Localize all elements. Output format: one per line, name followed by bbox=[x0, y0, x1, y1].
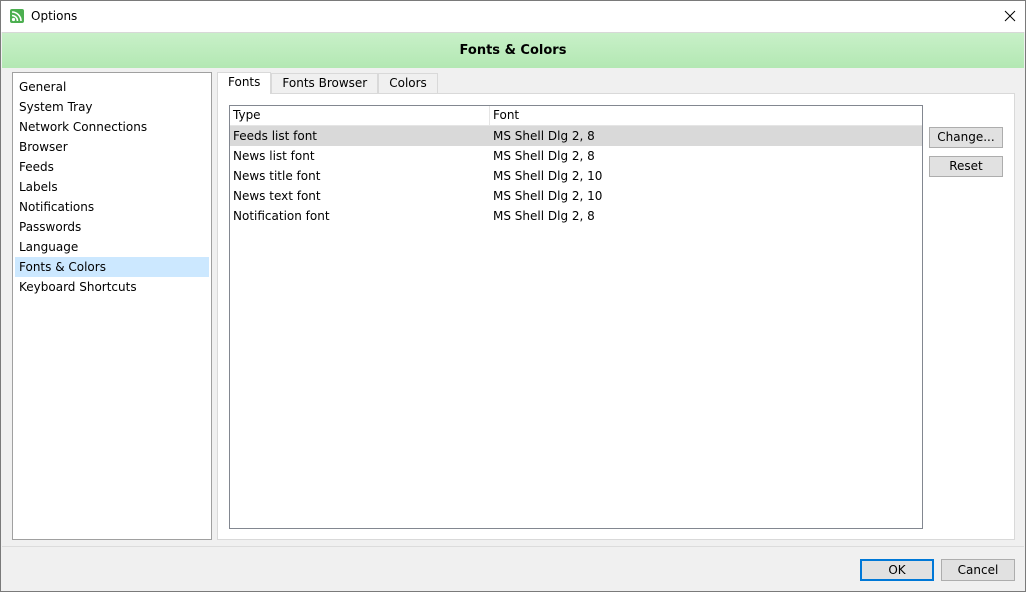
table-header: Type Font bbox=[230, 106, 922, 126]
sidebar-item-labels[interactable]: Labels bbox=[15, 177, 209, 197]
table-row[interactable]: News text font MS Shell Dlg 2, 10 bbox=[230, 186, 922, 206]
sidebar-item-language[interactable]: Language bbox=[15, 237, 209, 257]
table-row[interactable]: News list font MS Shell Dlg 2, 8 bbox=[230, 146, 922, 166]
title-bar: Options bbox=[1, 1, 1025, 32]
fonts-table: Type Font Feeds list font MS Shell Dlg 2… bbox=[229, 105, 923, 529]
column-header-type[interactable]: Type bbox=[230, 106, 490, 126]
cell-type: News list font bbox=[233, 149, 315, 163]
section-title: Fonts & Colors bbox=[459, 43, 567, 58]
cell-font: MS Shell Dlg 2, 8 bbox=[493, 209, 595, 223]
tab-fonts-browser[interactable]: Fonts Browser bbox=[271, 73, 379, 94]
table-row[interactable]: Feeds list font MS Shell Dlg 2, 8 bbox=[230, 126, 922, 146]
sidebar-item-feeds[interactable]: Feeds bbox=[15, 157, 209, 177]
footer-divider bbox=[2, 546, 1024, 547]
options-dialog: Options Fonts & Colors General System Tr… bbox=[0, 0, 1026, 592]
change-button[interactable]: Change... bbox=[929, 127, 1003, 148]
tabs-area: Fonts Fonts Browser Colors Type Font Fee… bbox=[217, 72, 1015, 540]
rss-feed-icon bbox=[10, 9, 24, 23]
sidebar-item-general[interactable]: General bbox=[15, 77, 209, 97]
close-button[interactable] bbox=[995, 1, 1025, 31]
column-header-font[interactable]: Font bbox=[490, 106, 922, 126]
tab-fonts[interactable]: Fonts bbox=[217, 72, 272, 94]
ok-button[interactable]: OK bbox=[860, 559, 934, 581]
tab-strip: Fonts Fonts Browser Colors bbox=[217, 72, 438, 94]
sidebar-item-passwords[interactable]: Passwords bbox=[15, 217, 209, 237]
window-title: Options bbox=[31, 9, 78, 23]
sidebar-item-network-connections[interactable]: Network Connections bbox=[15, 117, 209, 137]
cancel-button[interactable]: Cancel bbox=[941, 559, 1015, 581]
cell-type: News text font bbox=[233, 189, 321, 203]
sidebar-item-notifications[interactable]: Notifications bbox=[15, 197, 209, 217]
tab-colors[interactable]: Colors bbox=[378, 73, 438, 94]
table-row[interactable]: Notification font MS Shell Dlg 2, 8 bbox=[230, 206, 922, 226]
sidebar-item-keyboard-shortcuts[interactable]: Keyboard Shortcuts bbox=[15, 277, 209, 297]
sidebar-item-browser[interactable]: Browser bbox=[15, 137, 209, 157]
table-row[interactable]: News title font MS Shell Dlg 2, 10 bbox=[230, 166, 922, 186]
cell-font: MS Shell Dlg 2, 8 bbox=[493, 149, 595, 163]
close-icon bbox=[1004, 10, 1016, 22]
sidebar-item-system-tray[interactable]: System Tray bbox=[15, 97, 209, 117]
cell-font: MS Shell Dlg 2, 8 bbox=[493, 129, 595, 143]
cell-type: News title font bbox=[233, 169, 321, 183]
settings-category-list: General System Tray Network Connections … bbox=[12, 72, 212, 540]
cell-type: Feeds list font bbox=[233, 129, 318, 143]
cell-font: MS Shell Dlg 2, 10 bbox=[493, 189, 603, 203]
section-header-banner: Fonts & Colors bbox=[2, 32, 1024, 68]
fonts-tab-panel: Type Font Feeds list font MS Shell Dlg 2… bbox=[217, 93, 1015, 540]
cell-font: MS Shell Dlg 2, 10 bbox=[493, 169, 603, 183]
reset-button[interactable]: Reset bbox=[929, 156, 1003, 177]
cell-type: Notification font bbox=[233, 209, 330, 223]
sidebar-item-fonts-colors[interactable]: Fonts & Colors bbox=[15, 257, 209, 277]
